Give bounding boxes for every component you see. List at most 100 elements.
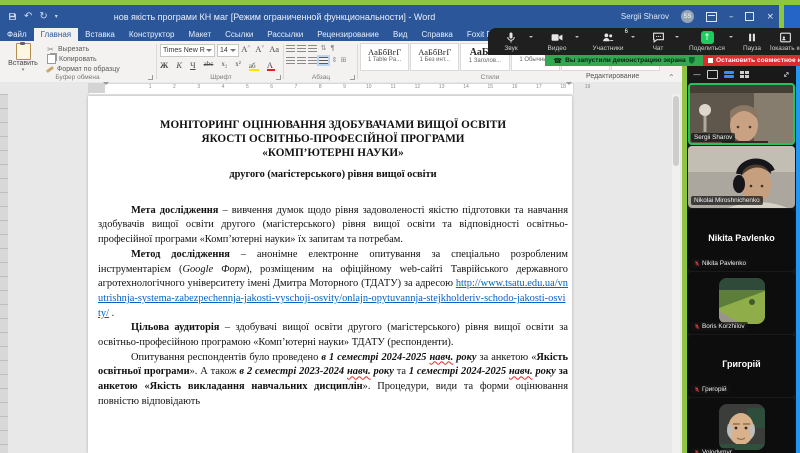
security-shield-icon[interactable] [689,57,695,64]
editing-group-label[interactable]: Редактирование [586,73,639,80]
strikethrough-button[interactable]: abc [204,60,214,68]
video-button[interactable]: Видео [534,28,580,55]
paste-label: Вставить [5,60,41,67]
font-color-button[interactable]: А [267,60,275,71]
tab-insert[interactable]: Вставка [78,28,122,41]
phone-icon: ☎ [553,57,562,65]
font-dialog-launcher[interactable] [276,75,281,80]
paragraph-dialog-launcher[interactable] [350,75,355,80]
font-size-combo[interactable]: 14 [217,44,239,57]
participant-name: Nikita Pavlenko [702,260,746,267]
indent-marker[interactable] [103,82,109,88]
muted-mic-icon [694,449,700,453]
cut-button[interactable]: ✂ Вырезать [46,44,150,54]
participant-name-center: Nikita Pavlenko [688,233,795,243]
chevron-down-icon[interactable] [631,36,635,40]
tab-layout[interactable]: Макет [181,28,218,41]
vertical-ruler[interactable] [0,94,8,453]
participant-tile[interactable]: Nikita Pavlenko Nikita Pavlenko [688,209,795,271]
bullets-icon[interactable] [286,45,295,52]
change-case-button[interactable]: Аа [269,44,279,57]
participant-tile[interactable]: Sergii Sharov [688,83,795,145]
share-screen-icon: ↑ [701,31,714,44]
ribbon-display-options-icon[interactable] [706,12,717,22]
minimize-panel-icon[interactable]: — [693,70,701,79]
account-avatar[interactable]: SS [681,10,694,23]
chat-icon [652,31,665,44]
participant-tile[interactable]: Григорій Григорій [688,335,795,397]
tab-mailings[interactable]: Рассылки [260,28,310,41]
paragraph: Метод дослідження – анонімне електронне … [98,248,568,322]
justify-icon[interactable] [319,57,328,64]
chevron-down-icon [206,49,212,55]
shrink-font-button[interactable]: А˅ [255,44,264,57]
horizontal-ruler[interactable]: 12345678910111213141516171819 [0,82,682,94]
participants-button[interactable]: 6 Участники [580,28,636,55]
format-painter-button[interactable]: Формат по образцу [46,64,150,74]
numbering-icon[interactable] [297,45,306,52]
microphone-icon [505,31,517,44]
participant-tile[interactable]: Boris Korzhilov [688,272,795,334]
underline-button[interactable]: Ч [190,60,196,70]
minimize-button[interactable]: – [729,12,734,22]
tab-file[interactable]: Файл [0,28,34,41]
chevron-down-icon[interactable] [529,36,533,40]
participant-tile[interactable]: Nikolai Miroshnichenko [688,146,795,208]
maximize-button[interactable] [745,12,754,21]
tab-review[interactable]: Рецензирование [310,28,386,41]
copy-icon [47,54,56,64]
speaker-view-icon[interactable] [707,70,718,79]
align-left-icon[interactable] [286,57,295,64]
vertical-scrollbar[interactable] [672,94,680,453]
active-view-icon[interactable] [724,71,734,78]
gallery-view-icon[interactable] [740,71,749,78]
stop-icon [708,58,713,63]
pilcrow-icon[interactable]: ¶ [328,44,337,52]
tab-view[interactable]: Вид [386,28,414,41]
tab-references[interactable]: Ссылки [218,28,260,41]
sort-icon[interactable]: ⇅ [319,44,328,52]
align-center-icon[interactable] [297,57,306,64]
participant-tile[interactable]: Volodymyr [688,398,795,453]
subscript-button[interactable]: x₂ [221,60,227,68]
document-canvas: МОНІТОРИНГ ОЦІНЮВАННЯ ЗДОБУВАЧАМИ ВИЩОЇ … [8,94,682,453]
chevron-down-icon [230,49,236,55]
copy-button[interactable]: Копировать [46,54,150,64]
superscript-button[interactable]: x² [235,60,241,68]
document-title-line: ЯКОСТІ ОСВІТНЬО-ПРОФЕСІЙНОЇ ПРОГРАМИ [98,132,568,146]
tab-home[interactable]: Главная [34,28,78,41]
style-card[interactable]: АаБбВгГ 1 Table Pa... [360,43,409,71]
align-right-icon[interactable] [308,57,317,64]
chat-button[interactable]: Чат [636,28,680,55]
tab-help[interactable]: Справка [414,28,459,41]
participant-name-center: Григорій [688,359,795,369]
account-name[interactable]: Sergii Sharov [621,12,669,21]
grow-font-button[interactable]: А˄ [241,44,250,57]
tab-design[interactable]: Конструктор [122,28,182,41]
borders-icon[interactable]: ⊞ [339,56,348,64]
participant-name: Nikolai Miroshnichenko [694,197,760,204]
style-card[interactable]: АаБбВгГ 1 Без инт... [410,43,459,71]
multilevel-list-icon[interactable] [308,45,317,52]
italic-button[interactable]: К [176,60,182,70]
bold-button[interactable]: Ж [160,60,168,70]
chevron-down-icon[interactable] [675,36,679,40]
annotate-button[interactable]: Показать ко [770,28,800,55]
font-name-combo[interactable]: Times New R [160,44,215,57]
audio-button[interactable]: Звук [488,28,534,55]
line-spacing-icon[interactable]: ⇕ [330,56,339,64]
close-button[interactable]: × [766,12,774,22]
highlight-button[interactable]: аб [249,60,259,71]
chevron-down-icon[interactable] [729,36,733,40]
indent-marker[interactable] [566,82,572,88]
pause-share-button[interactable]: Пауза [734,28,770,55]
clipboard-dialog-launcher[interactable] [148,75,153,80]
stop-share-button[interactable]: Остановить совместное исп [703,55,800,66]
collapse-ribbon-icon[interactable]: ⌃ [668,73,675,82]
share-status-banner: ☎ Вы запустили демонстрацию экрана [545,55,703,66]
share-screen-button[interactable]: ↑ Поделиться [680,28,734,55]
chevron-down-icon[interactable] [575,36,579,40]
document-page[interactable]: МОНІТОРИНГ ОЦІНЮВАННЯ ЗДОБУВАЧАМИ ВИЩОЇ … [88,96,572,453]
expand-panel-icon[interactable]: ↔ [781,68,792,79]
paste-button[interactable]: Вставить ▾ [5,43,41,77]
